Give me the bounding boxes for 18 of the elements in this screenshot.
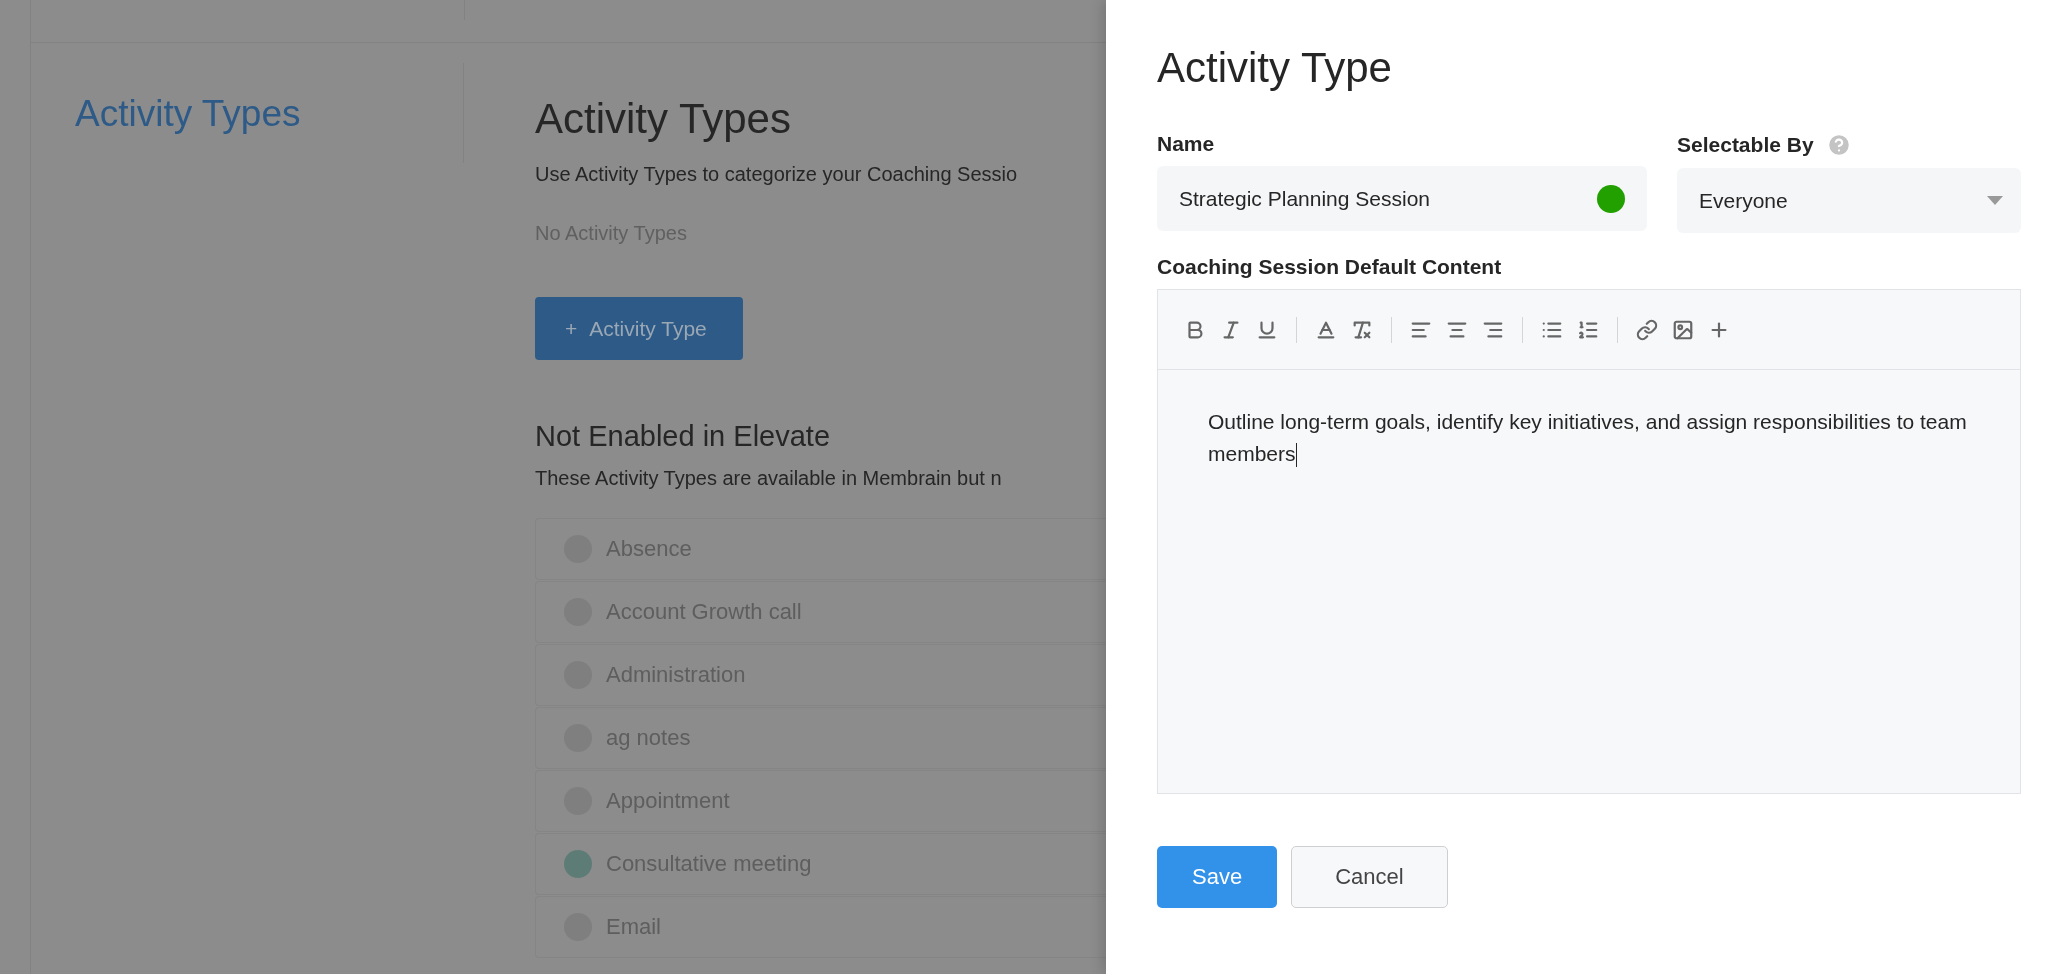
field-label: Coaching Session Default Content (1157, 255, 1503, 279)
editor-text: Outline long-term goals, identify key initiatives, and assign responsibilities to team members (1158, 370, 2020, 506)
selectable-by-dropdown[interactable]: Everyone (1677, 168, 2021, 233)
cancel-button[interactable]: Cancel (1291, 846, 1448, 908)
rich-text-editor[interactable]: Outline long-term goals, identify key initiatives, and assign responsibilities to team members (1157, 289, 2021, 794)
page-title: Activity Types (535, 95, 791, 143)
page-description: Use Activity Types to categorize your Coaching Sessio (535, 163, 1018, 186)
sidebar-title[interactable]: Activity Types (75, 93, 301, 134)
save-button[interactable]: Save (1157, 846, 1278, 908)
caret-icon (1987, 195, 2003, 206)
section-description: These Activity Types are available in Membrain but n (535, 467, 1002, 490)
field-label: Name (1157, 132, 1216, 156)
color-dot[interactable] (1597, 184, 1625, 213)
name-field[interactable]: Strategic Planning Session (1157, 166, 1647, 231)
field-label: Selectable By (1677, 133, 1814, 157)
panel-title: Activity Type (1157, 44, 1393, 92)
add-activity-type-button[interactable]: + Activity Type (535, 297, 743, 360)
section-title: Not Enabled in Elevate (535, 420, 831, 453)
